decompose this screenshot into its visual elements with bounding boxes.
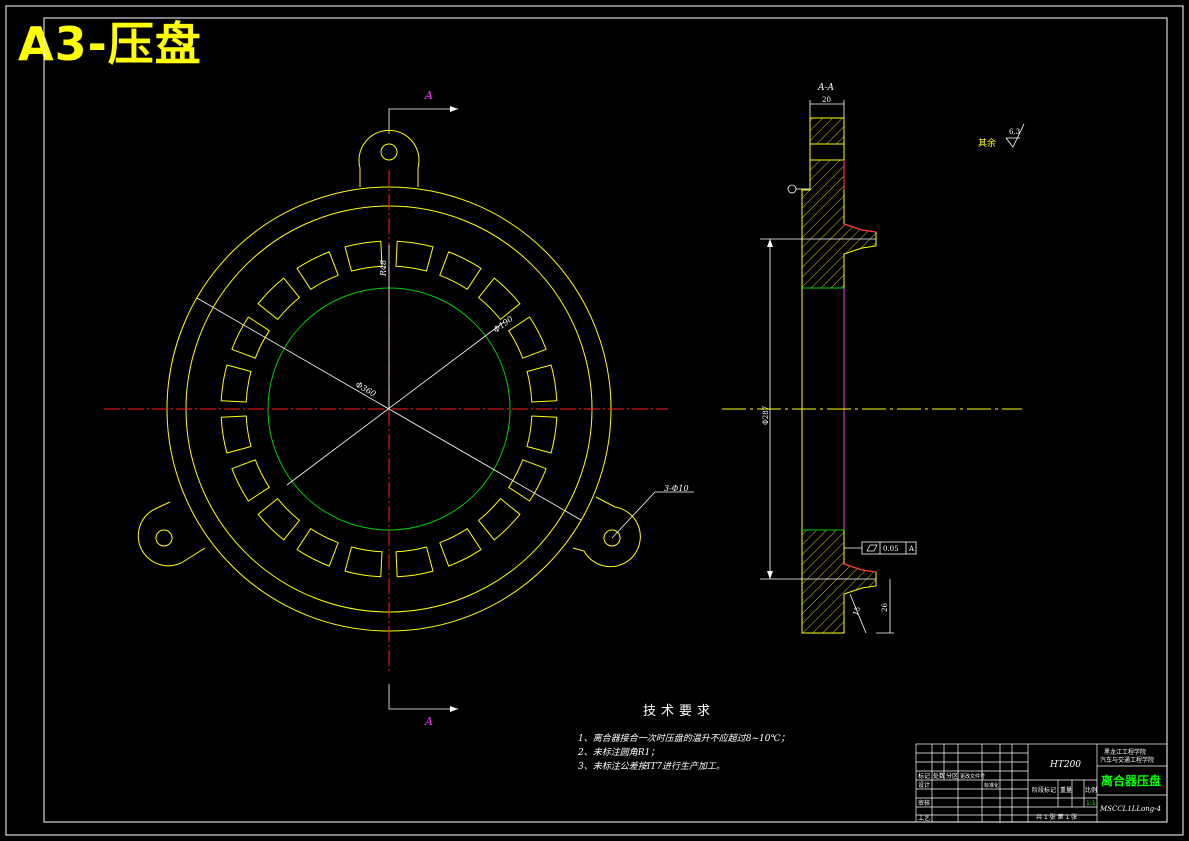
school-line1: 黑龙江工程学院: [1104, 748, 1146, 756]
std-label: 标准化: [984, 782, 999, 789]
row-zone: 分区: [946, 772, 958, 780]
cooling-slot: [220, 415, 252, 454]
scale-header: 比例: [1085, 786, 1097, 794]
cooling-slot: [220, 364, 252, 403]
material: HT200: [1049, 760, 1081, 770]
cooling-slot: [257, 498, 300, 541]
cooling-slot: [439, 528, 482, 567]
cooling-slot: [231, 316, 270, 359]
roughness-symbol: 其余 6.3: [978, 123, 1025, 149]
designer-label: 设计: [918, 781, 930, 789]
dim-width-top: 20: [822, 96, 831, 104]
tech-requirement-item: 3、未标注公差按IT7进行生产加工。: [578, 762, 726, 772]
lug-left-hole: [155, 529, 173, 547]
section-label-bottom: A: [424, 715, 433, 728]
section-mark-bottom: [388, 684, 458, 710]
dim-r48: R48: [379, 260, 388, 277]
stage-header: 阶段标记: [1032, 786, 1056, 794]
cooling-slot: [296, 528, 339, 567]
tolerance-value: 0.05: [883, 545, 899, 553]
checker-label: 审核: [918, 799, 930, 807]
cooling-slot: [508, 459, 547, 502]
cooling-slot: [344, 240, 383, 272]
dim-line-holes: [611, 491, 694, 539]
cooling-slot: [395, 240, 434, 272]
scale-value: 1:1: [1086, 800, 1096, 807]
tolerance-datum: A: [908, 545, 915, 553]
row-mark: 标记: [918, 772, 930, 780]
cooling-slot: [231, 459, 270, 502]
roughness-value: 6.3: [1009, 128, 1020, 136]
sheet-count: 共 1 张 第 1 张: [1036, 813, 1077, 821]
cooling-slot: [478, 498, 521, 541]
dim-d287: Φ287: [762, 406, 770, 425]
tech-requirement-item: 1、离合器接合一次时压盘的温升不应超过8~10℃；: [578, 734, 790, 744]
tech-requirement-item: 2、未标注圆角R1；: [578, 748, 660, 758]
cooling-slot: [508, 316, 547, 359]
dim-line-d190: [286, 321, 505, 486]
dim-holes: 3-Φ10: [664, 484, 689, 493]
cooling-slot: [478, 277, 521, 320]
cooling-slot: [395, 546, 434, 578]
section-mark-top: [388, 108, 458, 134]
section-lower-body: [801, 529, 877, 634]
lug-top-hole: [380, 143, 398, 161]
school-line2: 汽车与交通工程学院: [1100, 756, 1154, 764]
cooling-slot: [296, 251, 339, 290]
dim-15: 15: [851, 605, 862, 616]
cooling-slot: [526, 415, 558, 454]
tech-requirements-heading: 技术要求: [643, 704, 716, 719]
tech-requirements-list: 1、离合器接合一次时压盘的温升不应超过8~10℃； 2、未标注圆角R1； 3、未…: [578, 732, 790, 774]
inner-frame: [43, 17, 1168, 823]
cooling-slot: [257, 277, 300, 320]
roughness-label: 其余: [978, 137, 996, 149]
engineering-drawing: A A Φ360 Φ190 R48 3-Φ10 A-A 20 Φ287 0.05…: [5, 5, 1184, 836]
row-doc: 更改文件号: [960, 773, 985, 780]
process-label: 工艺: [918, 814, 930, 822]
weight-header: 重量: [1060, 786, 1072, 794]
section-view: A-A 20 Φ287 0.05 A 26 15: [722, 83, 1022, 634]
section-label-top: A: [424, 89, 433, 102]
cooling-slot: [439, 251, 482, 290]
drawing-number: MSCCL1LLong-4: [1099, 805, 1161, 813]
title-block-text: HT200 黑龙江工程学院 汽车与交通工程学院 离合器压盘 MSCCL1LLon…: [918, 748, 1161, 822]
row-count: 处数: [933, 772, 945, 780]
part-name: 离合器压盘: [1101, 773, 1161, 788]
section-upper-body: [801, 159, 877, 289]
dim-26: 26: [881, 603, 889, 612]
cooling-slot: [526, 364, 558, 403]
cooling-slot: [344, 546, 383, 578]
section-view-label: A-A: [817, 83, 835, 93]
front-view: [104, 106, 694, 712]
lug-left: [137, 501, 206, 567]
outer-frame: [5, 5, 1184, 836]
